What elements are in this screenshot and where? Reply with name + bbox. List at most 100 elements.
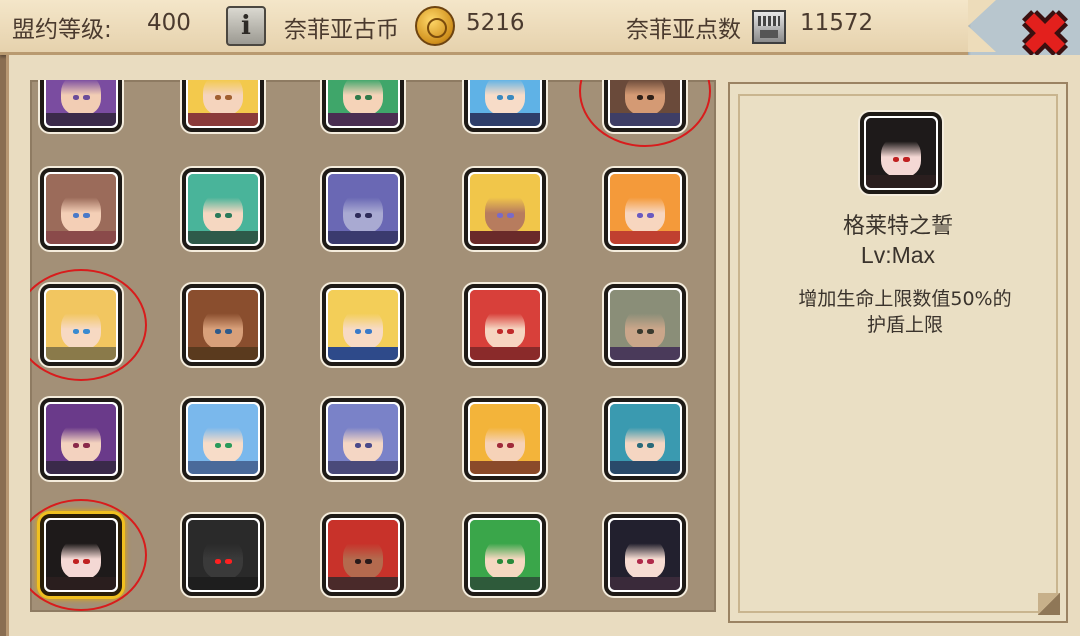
portrait-eye	[355, 329, 362, 335]
portrait-eye	[225, 443, 232, 449]
portrait-collar	[46, 231, 116, 244]
alliance-level-value: 400	[147, 10, 191, 36]
portrait-hair	[46, 174, 116, 213]
portrait-eye	[507, 329, 514, 335]
portrait-eye	[637, 443, 644, 449]
portrait-eye	[497, 559, 504, 565]
portrait-art	[610, 404, 680, 474]
portrait-eye	[497, 329, 504, 335]
portrait-eye	[647, 559, 654, 565]
portrait-slot[interactable]	[322, 284, 404, 366]
points-value: 11572	[800, 10, 874, 36]
portrait-hair	[188, 174, 258, 213]
portrait-hair	[46, 404, 116, 443]
portrait-collar	[328, 231, 398, 244]
portrait-art	[610, 174, 680, 244]
portrait-art	[46, 80, 116, 126]
portrait-slot[interactable]	[40, 398, 122, 480]
detail-description: 增加生命上限数值50%的 护盾上限	[780, 286, 1030, 338]
portrait-slot[interactable]	[464, 514, 546, 596]
portrait-slot[interactable]	[322, 514, 404, 596]
portrait-slot[interactable]	[604, 398, 686, 480]
portrait-hair	[470, 520, 540, 559]
portrait-slot[interactable]	[182, 284, 264, 366]
portrait-art	[188, 520, 258, 590]
portrait-eye	[497, 95, 504, 101]
portrait-eye	[507, 559, 514, 565]
portrait-collar	[46, 461, 116, 474]
portrait-hair	[470, 404, 540, 443]
portrait-eye	[215, 559, 222, 565]
portrait-collar	[328, 577, 398, 590]
portrait-collar	[328, 113, 398, 126]
portrait-slot[interactable]	[604, 284, 686, 366]
portrait-slot[interactable]	[604, 168, 686, 250]
portrait-hair	[328, 174, 398, 213]
portrait-collar	[46, 113, 116, 126]
portrait-hair	[328, 290, 398, 329]
portrait-slot[interactable]	[322, 398, 404, 480]
points-label: 奈菲亚点数	[626, 17, 741, 43]
portrait-art	[470, 80, 540, 126]
portrait-art	[188, 404, 258, 474]
portrait-collar	[470, 231, 540, 244]
portrait-art	[610, 290, 680, 360]
portrait-eye	[215, 95, 222, 101]
portrait-eye	[73, 95, 80, 101]
resource-bar: 盟约等级: 400 i 奈菲亚古币 5216 奈菲亚点数 11572	[0, 0, 996, 55]
portrait-eye	[225, 559, 232, 565]
portrait-slot[interactable]	[182, 168, 264, 250]
info-icon[interactable]: i	[226, 6, 266, 46]
portrait-slot[interactable]	[464, 168, 546, 250]
portrait-eye	[83, 213, 90, 219]
portrait-collar	[610, 347, 680, 360]
portrait-eye	[637, 213, 644, 219]
portrait-slot[interactable]	[604, 514, 686, 596]
portrait-eye	[355, 213, 362, 219]
portrait-grid[interactable]	[30, 80, 716, 612]
portrait-collar	[188, 577, 258, 590]
portrait-slot[interactable]	[182, 514, 264, 596]
portrait-slot[interactable]	[464, 284, 546, 366]
portrait-hair	[470, 174, 540, 213]
detail-portrait	[860, 112, 942, 194]
portrait-collar	[610, 461, 680, 474]
portrait-hair	[470, 80, 540, 95]
portrait-art	[470, 404, 540, 474]
portrait-collar	[188, 461, 258, 474]
portrait-eye	[365, 329, 372, 335]
detail-description-line: 增加生命上限数值50%的	[798, 288, 1012, 310]
portrait-eye	[365, 95, 372, 101]
portrait-eye	[893, 157, 900, 163]
portrait-slot[interactable]	[464, 80, 546, 132]
portrait-art	[328, 520, 398, 590]
portrait-slot[interactable]	[40, 168, 122, 250]
portrait-slot[interactable]	[322, 80, 404, 132]
portrait-eye	[215, 443, 222, 449]
portrait-hair	[610, 520, 680, 559]
portrait-collar	[470, 113, 540, 126]
portrait-eye	[637, 329, 644, 335]
portrait-hair	[188, 404, 258, 443]
portrait-art	[328, 290, 398, 360]
portrait-eye	[215, 329, 222, 335]
portrait-hair	[188, 520, 258, 559]
portrait-art	[610, 520, 680, 590]
portrait-eye	[507, 95, 514, 101]
portrait-collar	[328, 347, 398, 360]
portrait-slot[interactable]	[464, 398, 546, 480]
portrait-slot[interactable]	[40, 80, 122, 132]
portrait-art	[188, 290, 258, 360]
portrait-slot[interactable]	[182, 398, 264, 480]
portrait-collar	[470, 461, 540, 474]
portrait-hair	[470, 290, 540, 329]
portrait-eye	[355, 559, 362, 565]
portrait-slot[interactable]	[182, 80, 264, 132]
detail-description-line: 护盾上限	[866, 314, 943, 336]
coin-icon	[415, 6, 455, 46]
portrait-eye	[637, 559, 644, 565]
portrait-eye	[903, 157, 910, 163]
portrait-slot[interactable]	[322, 168, 404, 250]
portrait-art	[470, 520, 540, 590]
portrait-art	[328, 80, 398, 126]
